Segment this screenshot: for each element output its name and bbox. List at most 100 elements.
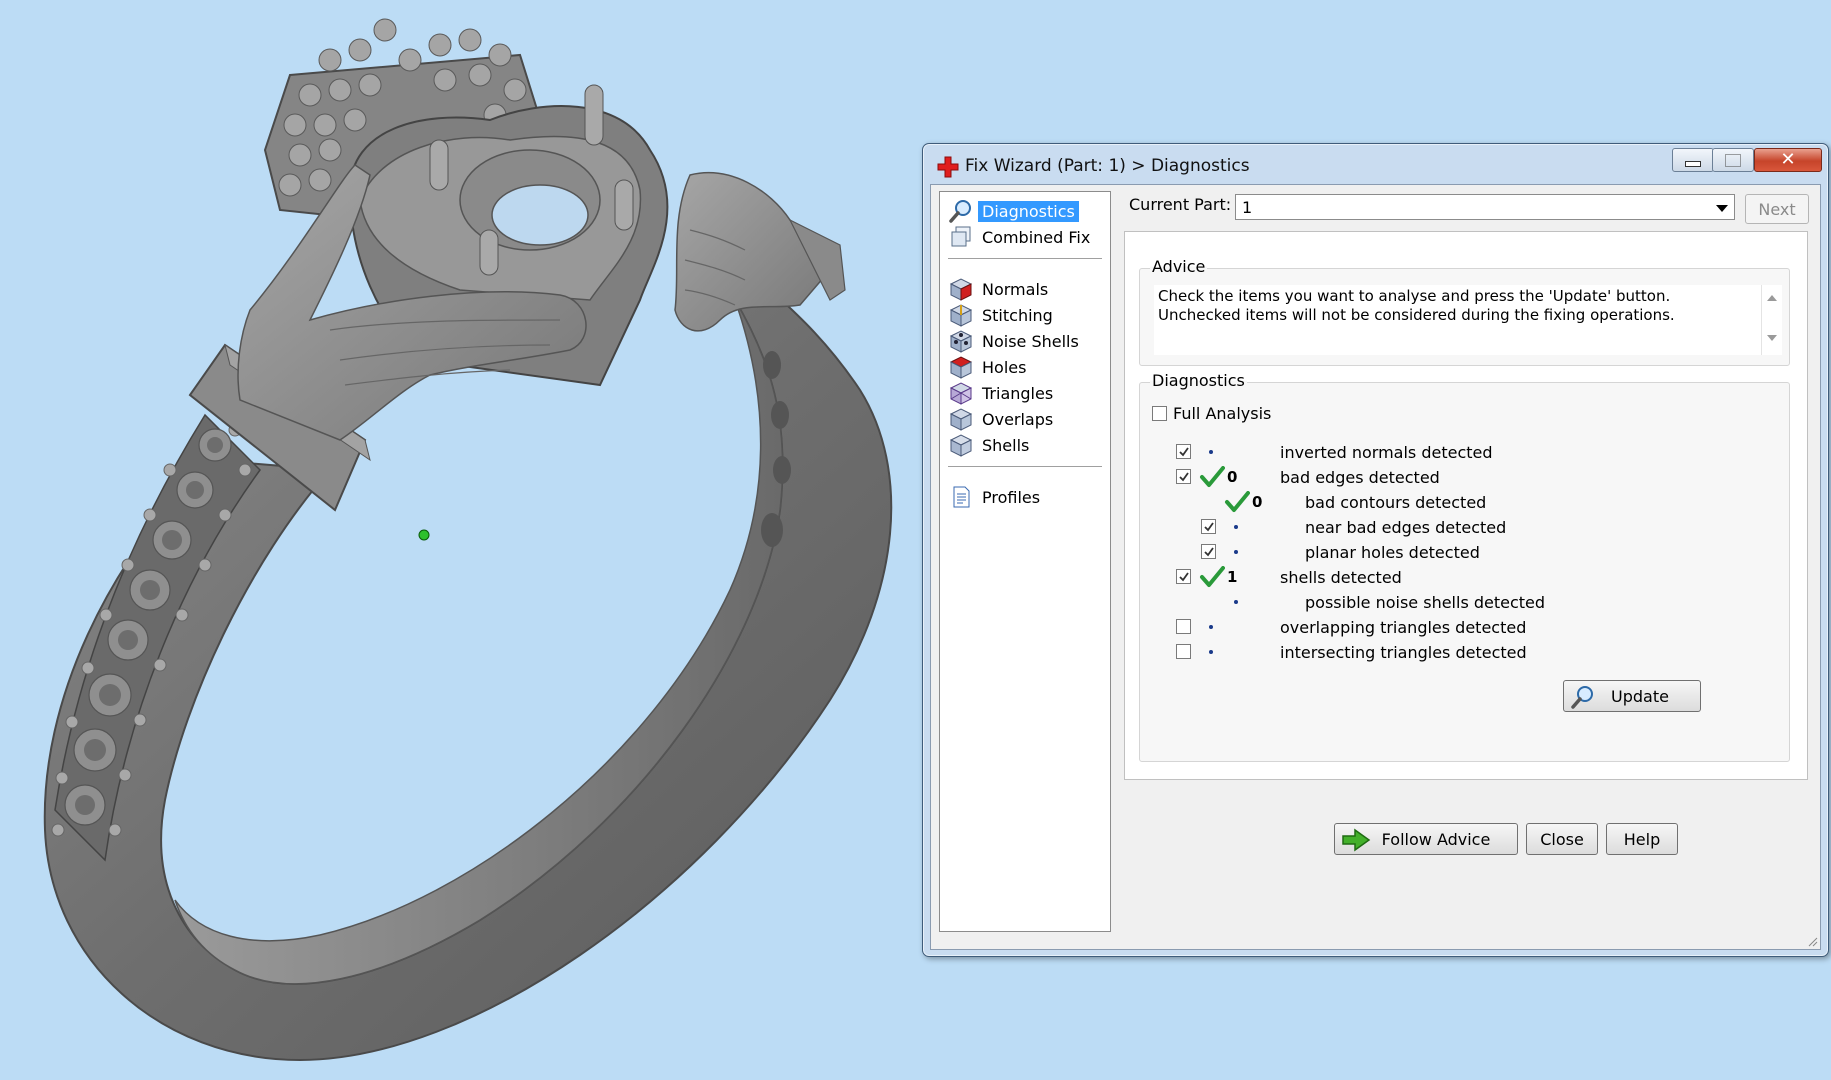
full-analysis-row[interactable]: Full Analysis (1152, 403, 1271, 423)
full-analysis-checkbox[interactable] (1152, 405, 1167, 421)
chevron-down-icon (1716, 205, 1728, 212)
nav-item-label: Triangles (982, 383, 1054, 403)
holes-cube-icon (949, 356, 973, 379)
magnifier-icon (949, 200, 971, 223)
fix-wizard-dialog: Fix Wizard (Part: 1) > Diagnostics ✕ Dia… (922, 143, 1829, 957)
nav-item-label: Profiles (982, 487, 1041, 507)
wizard-nav-list: Diagnostics Combined Fix Normals Stitchi… (939, 191, 1111, 932)
next-button[interactable]: Next (1745, 194, 1809, 224)
diagnostic-row: 0 bad edges detected (1140, 466, 1760, 488)
overlaps-cube-icon (949, 408, 973, 431)
scroll-up-icon[interactable] (1767, 295, 1777, 301)
nav-divider (948, 258, 1102, 259)
diagnostic-count: 0 (1252, 493, 1263, 511)
diagnostic-row: inverted normals detected (1140, 441, 1760, 463)
green-check-icon (1199, 466, 1225, 488)
minimize-button[interactable] (1672, 148, 1714, 172)
diagnostic-count: 1 (1227, 568, 1238, 586)
close-window-button[interactable]: ✕ (1754, 148, 1822, 172)
advice-group: Advice Check the items you want to analy… (1139, 257, 1790, 366)
current-part-label: Current Part: (1129, 195, 1232, 214)
help-button[interactable]: Help (1606, 823, 1678, 855)
normals-cube-icon (949, 278, 973, 301)
advice-scrollbar[interactable] (1761, 285, 1782, 355)
diagnostic-checkbox[interactable] (1176, 469, 1191, 484)
diagnostic-row: intersecting triangles detected (1140, 641, 1760, 663)
follow-advice-label: Follow Advice (1381, 829, 1491, 849)
diagnostic-checkbox[interactable] (1201, 544, 1216, 559)
nav-item-profiles[interactable]: Profiles (948, 484, 1044, 510)
advice-title: Advice (1150, 257, 1208, 276)
window-title: Fix Wizard (Part: 1) > Diagnostics (965, 156, 1250, 176)
pivot-point-marker[interactable] (418, 529, 430, 541)
close-button[interactable]: Close (1526, 823, 1598, 855)
pending-dot-icon (1234, 525, 1238, 529)
nav-item-stitching[interactable]: Stitching (948, 302, 1057, 328)
diagnostic-label: bad contours detected (1305, 493, 1487, 512)
diagnostic-label: planar holes detected (1305, 543, 1480, 562)
nav-item-overlaps[interactable]: Overlaps (948, 406, 1057, 432)
green-check-icon (1199, 566, 1225, 588)
model-viewport[interactable] (0, 0, 920, 1080)
nav-item-label: Diagnostics (978, 200, 1079, 222)
close-icon: ✕ (1780, 149, 1796, 170)
diagnostic-checkbox[interactable] (1176, 444, 1191, 459)
nav-item-label: Normals (982, 279, 1049, 299)
nav-item-diagnostics[interactable]: Diagnostics (948, 198, 1079, 224)
nav-item-shells[interactable]: Shells (948, 432, 1033, 458)
pending-dot-icon (1209, 625, 1213, 629)
update-button[interactable]: Update (1563, 680, 1701, 712)
diagnostic-row: planar holes detected (1140, 541, 1760, 563)
diagnostic-checkbox[interactable] (1176, 644, 1191, 659)
nav-item-normals[interactable]: Normals (948, 276, 1052, 302)
diagnostic-label: bad edges detected (1280, 468, 1440, 487)
stitching-cube-icon (949, 304, 973, 327)
diagnostic-label: near bad edges detected (1305, 518, 1507, 537)
right-hand (674, 172, 846, 332)
diagnostic-label: intersecting triangles detected (1280, 643, 1527, 662)
green-check-icon (1224, 491, 1250, 513)
ring-band (43, 278, 893, 1062)
full-analysis-label: Full Analysis (1173, 403, 1272, 423)
triangles-cube-icon (949, 382, 973, 405)
maximize-icon (1725, 153, 1741, 167)
pending-dot-icon (1234, 600, 1238, 604)
diagnostic-row: 1 shells detected (1140, 566, 1760, 588)
maximize-button[interactable] (1712, 148, 1754, 172)
diagnostic-row: near bad edges detected (1140, 516, 1760, 538)
nav-item-holes[interactable]: Holes (948, 354, 1030, 380)
title-bar[interactable]: Fix Wizard (Part: 1) > Diagnostics ✕ (923, 144, 1828, 184)
current-part-value: 1 (1242, 198, 1253, 217)
nav-item-triangles[interactable]: Triangles (948, 380, 1057, 406)
diagnostic-label: possible noise shells detected (1305, 593, 1546, 612)
advice-textbox[interactable]: Check the items you want to analyse and … (1154, 285, 1782, 355)
follow-advice-button[interactable]: Follow Advice (1334, 823, 1518, 855)
red-cross-icon (937, 156, 959, 178)
diagnostic-label: overlapping triangles detected (1280, 618, 1527, 637)
minimize-icon (1685, 161, 1701, 167)
diagnostic-label: shells detected (1280, 568, 1402, 587)
pending-dot-icon (1209, 450, 1213, 454)
pending-dot-icon (1209, 650, 1213, 654)
diagnostic-count: 0 (1227, 468, 1238, 486)
pending-dot-icon (1234, 550, 1238, 554)
profile-document-icon (953, 486, 970, 508)
nav-item-label: Noise Shells (982, 331, 1079, 351)
diagnostic-row: 0 bad contours detected (1140, 491, 1760, 513)
diagnostic-checkbox[interactable] (1176, 569, 1191, 584)
shells-cube-icon (949, 434, 973, 457)
combined-fix-icon (951, 226, 971, 247)
nav-item-label: Overlaps (982, 409, 1054, 429)
diagnostic-checkbox[interactable] (1176, 619, 1191, 634)
magnifier-icon (1571, 686, 1593, 709)
resize-grip-icon[interactable] (1806, 935, 1818, 947)
nav-item-combined-fix[interactable]: Combined Fix (948, 224, 1094, 250)
scroll-down-icon[interactable] (1767, 335, 1777, 341)
diagnostic-row: possible noise shells detected (1140, 591, 1760, 613)
diagnostic-checkbox[interactable] (1201, 519, 1216, 534)
diagnostic-row: overlapping triangles detected (1140, 616, 1760, 638)
current-part-dropdown[interactable]: 1 (1235, 194, 1735, 220)
nav-item-label: Stitching (982, 305, 1053, 325)
nav-divider (948, 466, 1102, 467)
nav-item-noise-shells[interactable]: Noise Shells (948, 328, 1083, 354)
